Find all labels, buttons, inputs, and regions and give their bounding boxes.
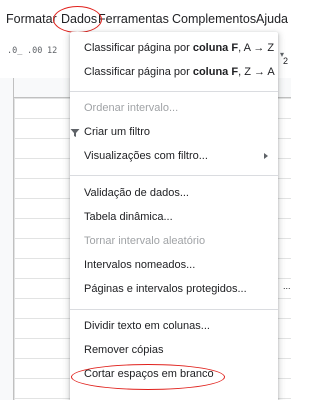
menu-formatar[interactable]: Formatar xyxy=(6,12,57,26)
menu-item-filter-views[interactable]: Visualizações com filtro... xyxy=(70,146,278,168)
sort-range-label: Ordenar intervalo... xyxy=(84,102,179,114)
protected-ranges-label: Páginas e intervalos protegidos... xyxy=(84,283,247,295)
menu-separator xyxy=(70,91,278,92)
menu-item-named-ranges[interactable]: Intervalos nomeados... xyxy=(70,255,278,277)
sort-desc-suffix: , Z → A xyxy=(238,66,275,78)
edge-text-fragment: 2 xyxy=(283,56,289,66)
sort-desc-column: coluna F xyxy=(192,66,239,78)
menu-separator xyxy=(70,175,278,176)
create-filter-label: Criar um filtro xyxy=(84,126,151,138)
menu-item-randomize-range: Tornar intervalo aleatório xyxy=(70,231,278,253)
menu-separator xyxy=(70,309,278,310)
split-text-label: Dividir texto em colunas... xyxy=(84,320,210,332)
menu-item-protected-ranges[interactable]: Páginas e intervalos protegidos... xyxy=(70,279,278,301)
menu-ferramentas[interactable]: Ferramentas xyxy=(98,12,169,26)
named-ranges-label: Intervalos nomeados... xyxy=(84,259,196,271)
edge-text-fragment: ... xyxy=(283,281,291,291)
sort-asc-suffix: , A → Z xyxy=(238,42,275,54)
menu-item-data-validation[interactable]: Validação de dados... xyxy=(70,183,278,205)
menu-complementos[interactable]: Complementos xyxy=(172,12,256,26)
pivot-table-label: Tabela dinâmica... xyxy=(84,211,173,223)
decrease-decimals-button[interactable]: .0_ xyxy=(7,46,22,56)
menu-item-remove-duplicates[interactable]: Remover cópias xyxy=(70,340,278,362)
menu-ajuda[interactable]: Ajuda xyxy=(256,12,288,26)
chevron-right-icon xyxy=(264,153,268,159)
sort-asc-prefix: Classificar página por xyxy=(84,42,193,54)
dados-dropdown-menu: Classificar página por coluna F, A → Z C… xyxy=(70,32,278,400)
menu-item-sort-range: Ordenar intervalo... xyxy=(70,98,278,120)
dados-highlight-ring xyxy=(53,6,102,33)
sort-asc-column: coluna F xyxy=(192,42,239,54)
more-formats-button[interactable]: 12 xyxy=(47,46,57,56)
remove-duplicates-label: Remover cópias xyxy=(84,344,164,356)
sort-desc-prefix: Classificar página por xyxy=(84,66,193,78)
menu-item-create-filter[interactable]: Criar um filtro xyxy=(70,122,278,144)
menu-item-sort-sheet-desc[interactable]: Classificar página por coluna F, Z → A xyxy=(70,62,278,84)
menu-item-pivot-table[interactable]: Tabela dinâmica... xyxy=(70,207,278,229)
filter-views-label: Visualizações com filtro... xyxy=(84,150,208,162)
randomize-range-label: Tornar intervalo aleatório xyxy=(84,235,206,247)
menu-item-sort-sheet-asc[interactable]: Classificar página por coluna F, A → Z xyxy=(70,38,278,60)
increase-decimals-button[interactable]: .00 xyxy=(27,46,42,56)
row-header[interactable] xyxy=(0,78,14,400)
data-validation-label: Validação de dados... xyxy=(84,187,189,199)
trim-whitespace-highlight-ring xyxy=(71,364,225,390)
menu-item-split-text[interactable]: Dividir texto em colunas... xyxy=(70,316,278,338)
filter-icon xyxy=(70,129,80,137)
